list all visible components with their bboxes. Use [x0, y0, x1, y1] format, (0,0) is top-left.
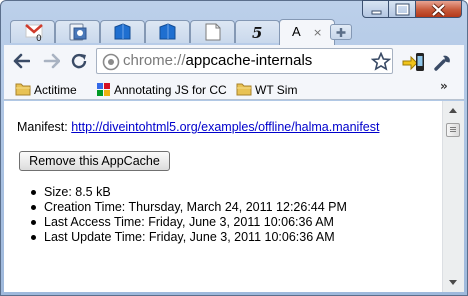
tab-active[interactable]: A ×: [279, 19, 335, 45]
maximize-button[interactable]: [389, 0, 416, 18]
tab-blue-file-1[interactable]: [100, 20, 145, 43]
tab-html5[interactable]: 5: [235, 20, 280, 43]
detail-text: Last Access Time: Friday, June 3, 2011 1…: [44, 215, 334, 229]
extension-phone-icon[interactable]: [402, 51, 426, 73]
address-bar[interactable]: chrome://appcache-internals: [96, 48, 393, 74]
address-text: chrome://appcache-internals: [123, 52, 312, 69]
wrench-icon[interactable]: [433, 52, 453, 72]
close-icon: [431, 3, 446, 17]
plus-icon: [336, 28, 346, 37]
forward-arrow-icon[interactable]: [42, 52, 60, 70]
bookmark-label: WT Sim: [255, 83, 298, 97]
document-icon: [69, 23, 87, 41]
tab-blue-file-2[interactable]: [145, 20, 190, 43]
tab-gmail[interactable]: 0: [10, 20, 55, 44]
blue-file-icon: [114, 23, 131, 40]
scroll-up-arrow-icon[interactable]: [445, 103, 461, 119]
html5-5-icon: 5: [252, 24, 262, 42]
scroll-down-arrow-icon[interactable]: [445, 274, 461, 290]
bullet: [31, 235, 36, 240]
tab-blank-page[interactable]: [190, 20, 235, 43]
close-button[interactable]: [416, 0, 462, 18]
address-host: appcache-internals: [185, 52, 313, 69]
html5-glyph: 5: [252, 24, 262, 42]
scrollbar-thumb[interactable]: [446, 123, 460, 137]
manifest-label: Manifest:: [17, 120, 68, 134]
bullet: [31, 205, 36, 210]
tab-close-icon[interactable]: ×: [313, 26, 322, 39]
blank-page-icon: [205, 23, 221, 41]
reload-icon[interactable]: [70, 52, 88, 70]
detail-text: Size: 8.5 kB: [44, 185, 111, 199]
folder-icon: [15, 83, 31, 96]
google-icon: [97, 83, 110, 96]
page-icon: [102, 53, 120, 71]
folder-icon: [236, 83, 252, 96]
tab-document[interactable]: [55, 20, 100, 43]
maximize-icon: [395, 3, 410, 16]
bookmark-label: Actitime: [34, 83, 77, 97]
address-scheme: chrome://: [123, 52, 186, 69]
detail-creation-time: Creation Time: Thursday, March 24, 2011 …: [31, 200, 347, 215]
remove-appcache-button[interactable]: Remove this AppCache: [19, 151, 170, 171]
blue-file-icon: [159, 23, 176, 40]
bookmark-label: Annotating JS for CC: [114, 83, 227, 97]
gmail-icon: 0: [25, 24, 43, 44]
manifest-link[interactable]: http://diveintohtml5.org/examples/offlin…: [71, 120, 379, 134]
vertical-scrollbar[interactable]: [442, 101, 464, 292]
detail-last-access-time: Last Access Time: Friday, June 3, 2011 1…: [31, 215, 347, 230]
new-tab-button[interactable]: [330, 24, 352, 40]
appcache-details-list: Size: 8.5 kB Creation Time: Thursday, Ma…: [31, 185, 347, 245]
detail-last-update-time: Last Update Time: Friday, June 3, 2011 1…: [31, 230, 347, 245]
detail-text: Creation Time: Thursday, March 24, 2011 …: [44, 200, 347, 214]
detail-text: Last Update Time: Friday, June 3, 2011 1…: [44, 230, 335, 244]
back-arrow-icon[interactable]: [12, 52, 30, 70]
minimize-icon: [371, 10, 382, 15]
bookmark-star-icon[interactable]: [371, 52, 391, 71]
gmail-badge: 0: [36, 34, 42, 44]
manifest-line: Manifest: http://diveintohtml5.org/examp…: [17, 120, 379, 134]
tab-title: A: [292, 24, 301, 39]
detail-size: Size: 8.5 kB: [31, 185, 347, 200]
bullet: [31, 220, 36, 225]
page-content: Manifest: http://diveintohtml5.org/examp…: [4, 101, 442, 292]
bookmarks-overflow-chevron[interactable]: »: [440, 79, 448, 93]
minimize-button[interactable]: [362, 0, 389, 18]
bullet: [31, 190, 36, 195]
